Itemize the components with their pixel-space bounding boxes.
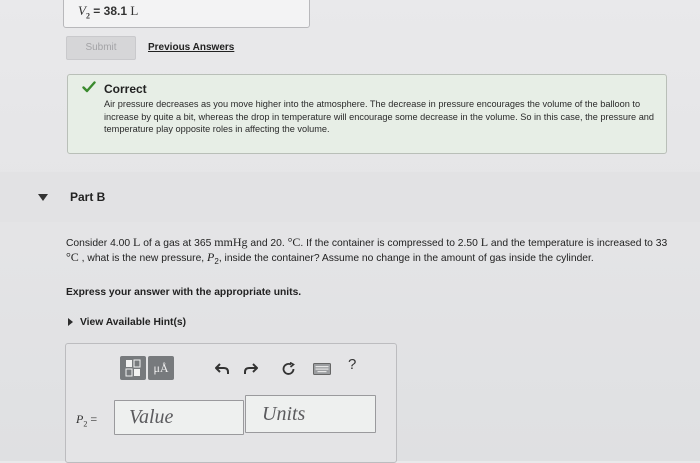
answer-equals: = <box>93 4 101 18</box>
q-text-5: and the temperature is increased to 33 <box>488 238 668 249</box>
q-text-4: . If the container is compressed to 2.50 <box>300 238 481 249</box>
keyboard-icon[interactable] <box>313 363 331 375</box>
view-hints-link[interactable]: View Available Hint(s) <box>68 317 186 328</box>
answer-unit: L <box>130 3 139 18</box>
units-button[interactable]: μÅ <box>148 356 174 380</box>
collapse-triangle-icon[interactable] <box>38 194 48 202</box>
answer-variable-label: P2 = <box>76 412 97 428</box>
q-unit-celsius: °C <box>287 235 301 249</box>
q-text-6: , what is the new pressure, <box>78 252 208 264</box>
answer-subscript: 2 <box>85 11 90 21</box>
undo-icon[interactable] <box>214 362 230 376</box>
checkmark-icon <box>82 81 96 93</box>
value-placeholder: Value <box>129 406 174 428</box>
answer-instruction: Express your answer with the appropriate… <box>66 287 302 298</box>
hint-link-label: View Available Hint(s) <box>80 317 187 328</box>
part-b-label: Part B <box>70 190 106 204</box>
question-text: Consider 4.00 L of a gas at 365 mmHg and… <box>66 235 678 268</box>
feedback-status: Correct <box>104 82 147 96</box>
q-text-2: of a gas at 365 <box>140 238 215 249</box>
units-button-label: μÅ <box>153 361 169 375</box>
answer-value: 38.1 <box>103 4 128 18</box>
p2-subscript: 2 <box>83 419 88 429</box>
templates-icon <box>125 359 141 377</box>
reset-icon[interactable] <box>281 362 297 376</box>
units-placeholder: Units <box>262 403 306 425</box>
q-unit-liters-2: L <box>480 235 489 249</box>
q-text-7: , inside the container? Assume no change… <box>218 252 594 264</box>
q-unit-celsius-2: °C <box>66 249 79 264</box>
redo-icon[interactable] <box>243 362 259 376</box>
answer-variable: V <box>78 3 86 18</box>
p2-equals: = <box>90 412 98 426</box>
submit-button[interactable]: Submit <box>66 36 136 60</box>
q-text-3: and 20. <box>247 238 288 249</box>
templates-button[interactable] <box>120 356 146 380</box>
q-unit-mmhg: mmHg <box>214 235 248 249</box>
previous-answer: V2 = 38.1 L <box>78 3 138 20</box>
help-button[interactable]: ? <box>348 356 356 373</box>
q-text-1: Consider 4.00 <box>66 238 133 249</box>
previous-answers-link[interactable]: Previous Answers <box>148 42 234 53</box>
expand-triangle-icon <box>68 318 73 326</box>
feedback-message: Air pressure decreases as you move highe… <box>104 99 655 134</box>
